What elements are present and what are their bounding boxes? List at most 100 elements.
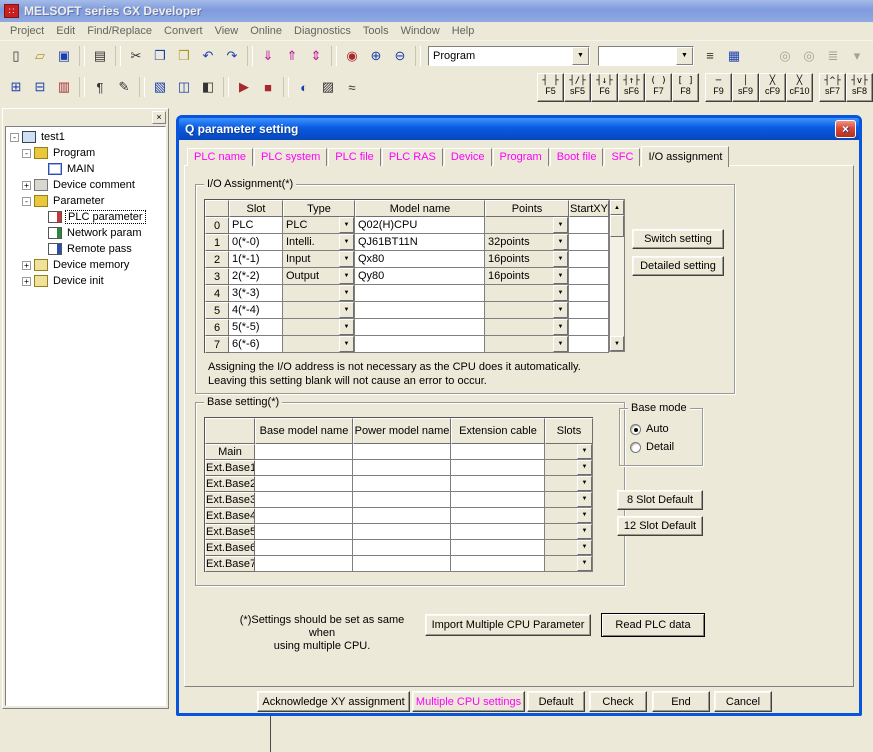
dropdown-arrow-icon[interactable]: ▼ (339, 302, 354, 318)
startxy-cell[interactable] (569, 285, 609, 302)
dropdown-arrow-icon[interactable]: ▼ (577, 508, 592, 523)
dropdown-arrow-icon[interactable]: ▼ (553, 268, 568, 284)
dropdown-arrow-icon[interactable]: ▼ (339, 336, 354, 352)
model-name-cell[interactable]: Qy80 (355, 268, 485, 285)
application-instruction-f8-button[interactable]: [ ]F8 (672, 73, 699, 102)
slots-cell[interactable]: ▼ (545, 508, 593, 524)
points-cell[interactable]: ▼ (485, 319, 569, 336)
read-plc-data-button[interactable]: Read PLC data (601, 613, 705, 637)
coil-f7-button[interactable]: ( )F7 (645, 73, 672, 102)
rising-pulse-sf7-button[interactable]: ┤^├sF7 (819, 73, 846, 102)
tab-sfc[interactable]: SFC (604, 148, 640, 166)
extension-cable-cell[interactable] (451, 476, 545, 492)
dropdown-arrow-icon[interactable]: ▼ (339, 217, 354, 233)
points-cell[interactable]: ▼ (485, 285, 569, 302)
menu-tools[interactable]: Tools (363, 23, 397, 39)
power-model-cell[interactable] (353, 540, 451, 556)
points-cell[interactable]: ▼ (485, 302, 569, 319)
find-device-icon[interactable]: ◎ (797, 45, 821, 67)
model-name-cell[interactable]: Qx80 (355, 251, 485, 268)
points-cell[interactable]: ▼ (485, 336, 569, 353)
check-program-icon[interactable]: ≈ (340, 76, 364, 98)
base-model-cell[interactable] (255, 444, 353, 460)
slot-cell[interactable]: 4(*-4) (229, 302, 283, 319)
verify-with-plc-icon[interactable]: ⇕ (304, 45, 328, 67)
power-model-cell[interactable] (353, 556, 451, 572)
type-cell[interactable]: Intelli.▼ (283, 234, 355, 251)
read-from-plc-icon[interactable]: ⇓ (256, 45, 280, 67)
base-model-cell[interactable] (255, 540, 353, 556)
points-cell[interactable]: 16points▼ (485, 251, 569, 268)
slots-cell[interactable]: ▼ (545, 556, 593, 572)
extension-cable-cell[interactable] (451, 540, 545, 556)
tab-io-assignment[interactable]: I/O assignment (641, 146, 729, 167)
startxy-cell[interactable] (569, 302, 609, 319)
multiple-cpu-settings-button[interactable]: Multiple CPU settings (412, 691, 525, 712)
tree-item-network-param[interactable]: Network param (8, 225, 165, 241)
import-multiple-cpu-parameter-button[interactable]: Import Multiple CPU Parameter (425, 614, 591, 636)
model-name-cell[interactable]: QJ61BT11N (355, 234, 485, 251)
menu-diagnostics[interactable]: Diagnostics (294, 23, 359, 39)
scroll-up-icon[interactable]: ▲ (610, 200, 624, 215)
vertical-line-sf9-button[interactable]: │sF9 (732, 73, 759, 102)
zoom-out-icon[interactable]: ⊖ (388, 45, 412, 67)
slot-cell[interactable]: PLC (229, 217, 283, 234)
model-name-cell[interactable] (355, 319, 485, 336)
ladder-view-icon[interactable]: ⊞ (4, 76, 28, 98)
tab-plc-file[interactable]: PLC file (328, 148, 381, 166)
dropdown-arrow-icon[interactable]: ▼ (553, 336, 568, 352)
expand-icon[interactable]: + (22, 261, 31, 270)
expand-icon[interactable]: + (22, 277, 31, 286)
menu-window[interactable]: Window (401, 23, 448, 39)
find-icon[interactable]: ◎ (773, 45, 797, 67)
tree-item-parameter[interactable]: - Parameter (8, 193, 165, 209)
startxy-cell[interactable] (569, 251, 609, 268)
dropdown-arrow-icon[interactable]: ▼ (339, 268, 354, 284)
base-model-cell[interactable] (255, 524, 353, 540)
secondary-combobox[interactable]: ▼ (598, 46, 694, 66)
startxy-cell[interactable] (569, 268, 609, 285)
dropdown-arrow-icon[interactable]: ▼ (339, 319, 354, 335)
menu-convert[interactable]: Convert (164, 23, 211, 39)
undo-icon[interactable]: ↶ (196, 45, 220, 67)
type-cell[interactable]: ▼ (283, 285, 355, 302)
falling-pulse-sf8-button[interactable]: ┤v├sF8 (846, 73, 873, 102)
open-branch-f6-button[interactable]: ┤↓├F6 (591, 73, 618, 102)
tab-plc-system[interactable]: PLC system (254, 148, 327, 166)
base-model-cell[interactable] (255, 476, 353, 492)
model-name-cell[interactable] (355, 336, 485, 353)
tree-item-plc-parameter[interactable]: PLC parameter (8, 209, 165, 225)
switch-setting-button[interactable]: Switch setting (632, 229, 724, 249)
print-icon[interactable]: ▤ (88, 45, 112, 67)
tab-boot-file[interactable]: Boot file (550, 148, 604, 166)
instruction-list-icon[interactable]: ⊟ (28, 76, 52, 98)
slot-default-12-button[interactable]: 12 Slot Default (617, 516, 703, 536)
closed-branch-sf6-button[interactable]: ┤↑├sF6 (618, 73, 645, 102)
dropdown-arrow-icon[interactable]: ▼ (577, 476, 592, 491)
dropdown-arrow-icon[interactable]: ▼ (339, 234, 354, 250)
tree-item-program[interactable]: - Program (8, 145, 165, 161)
dropdown-arrow-icon[interactable]: ▼ (553, 302, 568, 318)
dropdown-arrow-icon[interactable]: ▼ (577, 492, 592, 507)
program-combobox[interactable]: Program ▼ (428, 46, 590, 66)
power-model-cell[interactable] (353, 460, 451, 476)
extension-cable-cell[interactable] (451, 444, 545, 460)
power-model-cell[interactable] (353, 524, 451, 540)
tree-item-device-memory[interactable]: + Device memory (8, 257, 165, 273)
paste-icon[interactable]: ❒ (172, 45, 196, 67)
dialog-titlebar[interactable]: Q parameter setting × (179, 118, 859, 140)
write-to-plc-icon[interactable]: ⇑ (280, 45, 304, 67)
startxy-cell[interactable] (569, 217, 609, 234)
base-mode-detail-option[interactable]: Detail (630, 441, 674, 453)
statement-display-icon[interactable]: ¶ (88, 76, 112, 98)
find-instruction-icon[interactable]: ≣ (821, 45, 845, 67)
dropdown-arrow-icon[interactable]: ▼ (577, 524, 592, 539)
dropdown-arrow-icon[interactable]: ▼ (553, 251, 568, 267)
menu-view[interactable]: View (215, 23, 247, 39)
dropdown-arrow-icon[interactable]: ▼ (577, 460, 592, 475)
struct-view-icon[interactable]: ◧ (196, 76, 220, 98)
menu-online[interactable]: Online (250, 23, 290, 39)
slots-cell[interactable]: ▼ (545, 476, 593, 492)
program-view-icon[interactable]: ▦ (722, 45, 746, 67)
startxy-cell[interactable] (569, 336, 609, 353)
